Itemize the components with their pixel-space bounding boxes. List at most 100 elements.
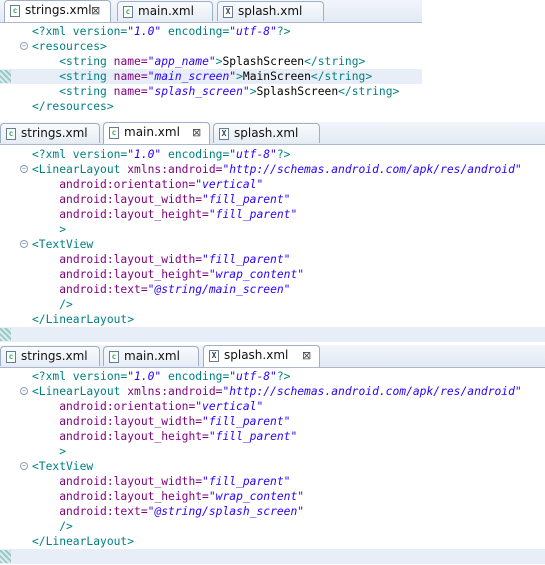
tab-label: splash.xml xyxy=(224,348,289,362)
code-line[interactable]: – <TextView xyxy=(0,237,545,252)
tab-main-xml[interactable]: c main.xml ⊠ xyxy=(103,122,210,144)
tab-main-xml[interactable]: c main.xml xyxy=(103,346,199,366)
code-text: <TextView xyxy=(32,459,93,474)
code-token: "vertical" xyxy=(195,178,264,191)
code-token: android:text= xyxy=(59,283,148,296)
tab-label: strings.xml xyxy=(21,126,88,140)
tab-label: main.xml xyxy=(124,125,180,139)
code-token: encoding= xyxy=(161,370,230,383)
code-line[interactable]: </LinearLayout> xyxy=(0,534,545,549)
code-token: <TextView xyxy=(32,460,94,473)
editor-panel-splash: c strings.xml c main.xml Xsplash.xml ⊠ <?xml v… xyxy=(0,345,545,564)
code-token: name= xyxy=(113,85,148,98)
tab-main-xml[interactable]: c main.xml xyxy=(117,1,213,21)
code-line[interactable]: android:text="@string/main_screen" xyxy=(0,282,545,297)
fold-toggle-icon[interactable]: – xyxy=(20,240,28,248)
code-editor[interactable]: <?xml version="1.0" encoding="utf-8"?> – <… xyxy=(0,147,545,342)
code-line[interactable]: android:layout_width="fill_parent" xyxy=(0,252,545,267)
code-line[interactable]: android:layout_width="fill_parent" xyxy=(0,192,545,207)
code-line[interactable]: android:layout_height="fill_parent" xyxy=(0,207,545,222)
editor-panel-strings: c strings.xml ⊠ c main.xml Xsplash.xml <?xml v… xyxy=(0,0,422,114)
close-tab-icon[interactable]: ⊠ xyxy=(302,346,311,365)
current-code-line[interactable] xyxy=(0,549,545,564)
code-token: "utf-8" xyxy=(229,148,277,161)
fold-toggle-icon[interactable]: – xyxy=(20,165,28,173)
code-line[interactable]: <?xml version="1.0" encoding="utf-8"?> xyxy=(0,147,545,162)
code-token: android:orientation= xyxy=(59,178,196,191)
current-code-line[interactable]: <string name="main_screen">MainScreen</s… xyxy=(0,69,422,84)
code-editor[interactable]: <?xml version="1.0" encoding="utf-8"?> – <… xyxy=(0,24,422,114)
code-token: android:layout_height= xyxy=(59,430,209,443)
tab-splash-xml[interactable]: Xsplash.xml xyxy=(217,1,324,21)
code-line[interactable]: > xyxy=(0,444,545,459)
xml-file-icon: c xyxy=(109,351,119,363)
tab-splash-xml[interactable]: Xsplash.xml xyxy=(213,123,320,143)
code-line[interactable]: <?xml version="1.0" encoding="utf-8"?> xyxy=(0,24,422,39)
fold-toggle-icon[interactable]: – xyxy=(20,462,28,470)
code-token: MainScreen xyxy=(242,70,311,83)
close-tab-icon[interactable]: ⊠ xyxy=(91,1,100,20)
code-text: android:text="@string/main_screen" xyxy=(32,282,290,297)
fold-toggle-icon[interactable]: – xyxy=(20,42,28,50)
code-text: <string name="splash_screen">SplashScree… xyxy=(32,84,399,99)
code-line[interactable]: /> xyxy=(0,519,545,534)
code-line[interactable]: android:layout_height="wrap_content" xyxy=(0,267,545,282)
tab-strings-xml[interactable]: c strings.xml xyxy=(0,346,100,366)
code-line[interactable]: <?xml version="1.0" encoding="utf-8"?> xyxy=(0,369,545,384)
code-token: SplashScreen xyxy=(256,85,339,98)
code-token: <TextView xyxy=(32,238,94,251)
code-line[interactable]: – <resources> xyxy=(0,39,422,54)
code-token: "app_name" xyxy=(147,55,216,68)
code-line[interactable]: – <TextView xyxy=(0,459,545,474)
code-line[interactable]: </LinearLayout> xyxy=(0,312,545,327)
code-line[interactable]: android:text="@string/splash_screen" xyxy=(0,504,545,519)
code-line[interactable]: android:layout_width="fill_parent" xyxy=(0,474,545,489)
current-code-line[interactable] xyxy=(0,327,545,342)
code-token: </resources> xyxy=(32,100,114,113)
code-token: /> xyxy=(59,298,73,311)
code-token: <LinearLayout xyxy=(32,385,128,398)
code-line[interactable]: <string name="app_name">SplashScreen</st… xyxy=(0,54,422,69)
code-line[interactable]: > xyxy=(0,222,545,237)
tab-strings-xml[interactable]: c strings.xml ⊠ xyxy=(4,0,111,22)
code-line[interactable]: android:orientation="vertical" xyxy=(0,177,545,192)
code-token: "1.0" xyxy=(127,148,162,161)
code-token: xmlns:android= xyxy=(127,163,223,176)
tab-label: main.xml xyxy=(138,4,194,18)
xml-file-icon: c xyxy=(109,127,119,139)
code-token: </string> xyxy=(310,70,373,83)
code-token: name= xyxy=(113,55,148,68)
code-token: </string> xyxy=(338,85,400,98)
code-line[interactable]: android:orientation="vertical" xyxy=(0,399,545,414)
code-token: "1.0" xyxy=(127,370,162,383)
tab-strings-xml[interactable]: c strings.xml xyxy=(0,123,100,143)
code-line[interactable]: – <LinearLayout xmlns:android="http://sch… xyxy=(0,162,545,177)
code-token: "wrap_content" xyxy=(208,268,305,281)
tab-splash-xml[interactable]: Xsplash.xml ⊠ xyxy=(203,345,320,367)
close-tab-icon[interactable]: ⊠ xyxy=(192,123,201,142)
tab-label: strings.xml xyxy=(25,3,92,17)
code-line[interactable]: android:layout_height="wrap_content" xyxy=(0,489,545,504)
code-line[interactable]: </resources> xyxy=(0,99,422,114)
code-line[interactable]: android:layout_height="fill_parent" xyxy=(0,429,545,444)
code-line[interactable]: <string name="splash_screen">SplashScree… xyxy=(0,84,422,99)
code-token: > xyxy=(236,70,243,83)
change-marker-icon xyxy=(0,70,11,83)
code-text: </resources> xyxy=(32,99,114,114)
code-token: ?> xyxy=(276,25,291,38)
code-editor[interactable]: <?xml version="1.0" encoding="utf-8"?> – <… xyxy=(0,369,545,564)
fold-toggle-icon[interactable]: – xyxy=(20,387,28,395)
code-token: > xyxy=(59,223,67,236)
code-token: SplashScreen xyxy=(222,55,305,68)
code-token: <string xyxy=(59,55,114,68)
code-token: <string xyxy=(59,85,114,98)
code-line[interactable]: /> xyxy=(0,297,545,312)
code-line[interactable]: – <LinearLayout xmlns:android="http://sch… xyxy=(0,384,545,399)
code-line[interactable]: android:layout_width="fill_parent" xyxy=(0,414,545,429)
